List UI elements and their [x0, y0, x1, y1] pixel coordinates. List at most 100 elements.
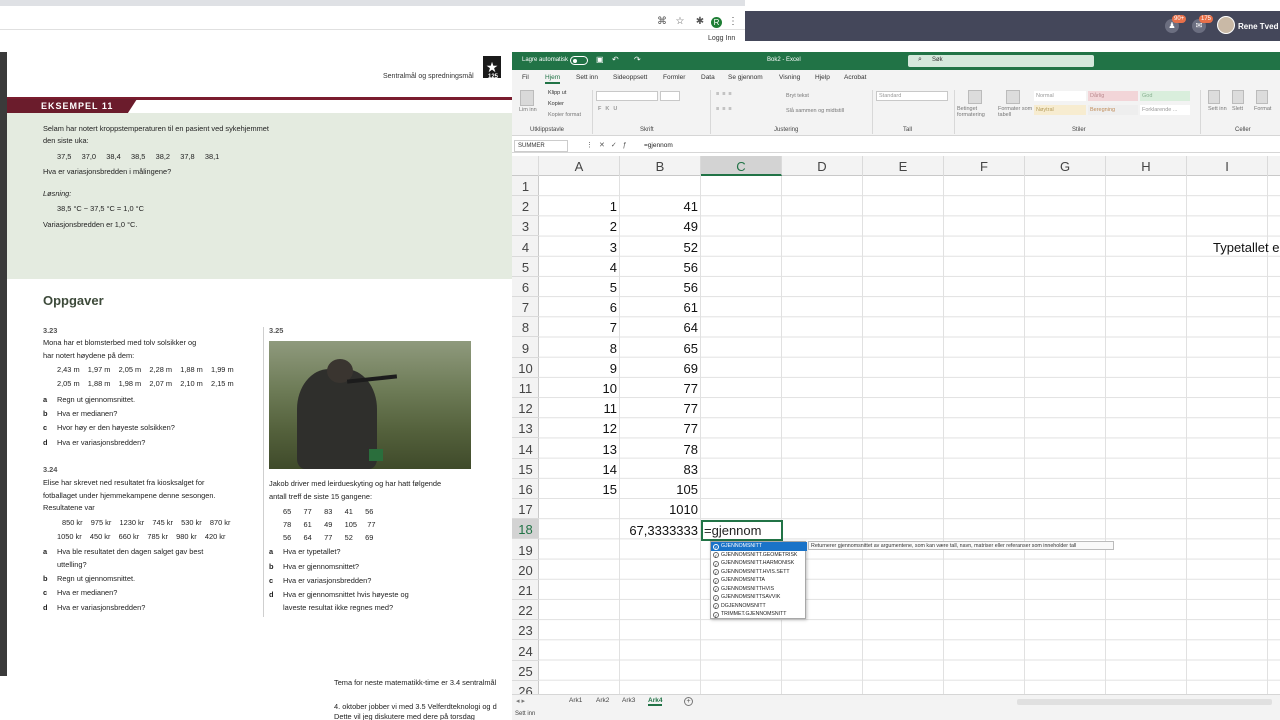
extensions-icon[interactable]: ✱	[694, 16, 706, 28]
style-calculation[interactable]: Beregning	[1088, 105, 1138, 115]
cell-b6[interactable]: 56	[620, 277, 701, 297]
cell-a13[interactable]: 12	[539, 418, 620, 438]
font-size-box[interactable]	[660, 91, 680, 101]
tab-file[interactable]: Fil	[522, 74, 529, 81]
row-header-12[interactable]: 12	[512, 398, 539, 419]
row-header-9[interactable]: 9	[512, 338, 539, 358]
column-header-e[interactable]: E	[863, 156, 944, 176]
row-header-4[interactable]: 4	[512, 237, 539, 257]
delete-cells-button[interactable]: Slett	[1232, 106, 1243, 112]
number-format-select[interactable]: Standard	[876, 91, 948, 101]
insert-cells-button[interactable]: Sett inn	[1208, 106, 1227, 112]
copy-button[interactable]: Kopier	[548, 101, 564, 107]
format-as-table-icon[interactable]	[1006, 90, 1020, 104]
sheet-tab-ark3[interactable]: Ark3	[622, 697, 635, 704]
cell-b7[interactable]: 61	[620, 297, 701, 317]
tab-data[interactable]: Data	[701, 74, 715, 81]
row-header-5[interactable]: 5	[512, 257, 539, 277]
format-cells-button[interactable]: Format	[1254, 106, 1271, 112]
redo-icon[interactable]: ↷	[634, 55, 641, 64]
style-normal[interactable]: Normal	[1034, 91, 1086, 101]
column-header-h[interactable]: H	[1106, 156, 1187, 176]
autocomplete-item[interactable]: ƒ DGJENNOMSNITT	[711, 602, 807, 611]
tab-help[interactable]: Hjelp	[815, 74, 830, 81]
tab-formulas[interactable]: Formler	[663, 74, 685, 81]
row-header-22[interactable]: 22	[512, 600, 539, 621]
row-header-7[interactable]: 7	[512, 297, 539, 318]
autocomplete-item[interactable]: ƒ GJENNOMSNITT.GEOMETRISK	[711, 551, 807, 560]
conditional-format-button[interactable]: Betinget formatering	[957, 106, 997, 118]
row-header-17[interactable]: 17	[512, 499, 539, 520]
translate-icon[interactable]: ⌘	[656, 16, 668, 28]
tab-scroll-icon[interactable]: ◂ ▸	[516, 697, 525, 705]
tab-page-layout[interactable]: Sideoppsett	[613, 74, 647, 81]
format-as-table-button[interactable]: Formater som tabell	[998, 106, 1034, 118]
row-header-13[interactable]: 13	[512, 418, 539, 439]
row-header-20[interactable]: 20	[512, 560, 539, 580]
tab-home[interactable]: Hjem	[545, 74, 561, 84]
row-header-8[interactable]: 8	[512, 317, 539, 338]
autocomplete-item[interactable]: ƒ GJENNOMSNITTHVIS	[711, 585, 807, 594]
cell-b16[interactable]: 105	[620, 479, 701, 499]
row-header-15[interactable]: 15	[512, 459, 539, 479]
column-header-a[interactable]: A	[539, 156, 620, 176]
formula-input[interactable]: =gjennom	[644, 142, 673, 149]
cell-b15[interactable]: 83	[620, 459, 701, 479]
cell-a5[interactable]: 4	[539, 257, 620, 277]
paste-icon[interactable]	[520, 90, 534, 106]
font-style-icons[interactable]: FKU	[598, 106, 621, 112]
cell-b2[interactable]: 41	[620, 196, 701, 216]
cell-a8[interactable]: 7	[539, 317, 620, 337]
align-icons[interactable]: ≡≡≡	[716, 91, 735, 97]
cell-area[interactable]: Typetallet er 77 1010 67,3333333 1234567…	[539, 176, 1280, 694]
browser-profile-avatar[interactable]: R	[711, 17, 722, 28]
active-cell-c18[interactable]: =gjennom	[701, 520, 783, 541]
row-header-11[interactable]: 11	[512, 378, 539, 398]
cell-a4[interactable]: 3	[539, 237, 620, 257]
cell-a10[interactable]: 9	[539, 358, 620, 378]
row-header-14[interactable]: 14	[512, 439, 539, 459]
align-icons[interactable]: ≡≡≡	[716, 106, 735, 112]
cell-b3[interactable]: 49	[620, 216, 701, 236]
cell-a3[interactable]: 2	[539, 216, 620, 236]
row-header-21[interactable]: 21	[512, 580, 539, 600]
merge-center-button[interactable]: Slå sammen og midtstill	[786, 108, 844, 114]
cell-b4[interactable]: 52	[620, 237, 701, 257]
autocomplete-item[interactable]: ƒ GJENNOMSNITT	[711, 542, 807, 551]
style-good[interactable]: God	[1140, 91, 1190, 101]
row-header-19[interactable]: 19	[512, 540, 539, 560]
cell-b11[interactable]: 77	[620, 378, 701, 398]
column-header-b[interactable]: B	[620, 156, 701, 176]
tab-view[interactable]: Visning	[779, 74, 800, 81]
format-cells-icon[interactable]	[1256, 90, 1268, 104]
cell-b17[interactable]: 1010	[620, 499, 701, 519]
conditional-format-icon[interactable]	[968, 90, 982, 104]
autocomplete-item[interactable]: ƒ GJENNOMSNITTSAVVIK	[711, 593, 807, 602]
cell-b18[interactable]: 67,3333333	[620, 520, 701, 540]
row-header-16[interactable]: 16	[512, 479, 539, 499]
autocomplete-item[interactable]: ƒ GJENNOMSNITTA	[711, 576, 807, 585]
cell-a6[interactable]: 5	[539, 277, 620, 297]
autocomplete-item[interactable]: ƒ GJENNOMSNITT.HARMONISK	[711, 559, 807, 568]
autocomplete-item[interactable]: ƒ GJENNOMSNITT.HVIS.SETT	[711, 568, 807, 577]
user-avatar[interactable]	[1217, 16, 1235, 34]
autosave-toggle[interactable]	[570, 56, 588, 65]
cell-b14[interactable]: 78	[620, 439, 701, 459]
format-painter-button[interactable]: Kopier format	[548, 112, 581, 118]
style-neutral[interactable]: Nøytral	[1034, 105, 1086, 115]
cell-a12[interactable]: 11	[539, 398, 620, 418]
row-header-3[interactable]: 3	[512, 216, 539, 237]
save-icon[interactable]: ▣	[596, 55, 604, 64]
row-header-6[interactable]: 6	[512, 277, 539, 297]
tab-review[interactable]: Se gjennom	[728, 74, 763, 81]
wrap-text-button[interactable]: Bryt tekst	[786, 93, 809, 99]
cell-b12[interactable]: 77	[620, 398, 701, 418]
cell-b8[interactable]: 64	[620, 317, 701, 337]
select-all-corner[interactable]	[512, 156, 539, 176]
sheet-tab-ark4[interactable]: Ark4	[648, 697, 663, 706]
cell-a14[interactable]: 13	[539, 439, 620, 459]
insert-cells-icon[interactable]	[1208, 90, 1220, 104]
row-header-1[interactable]: 1	[512, 176, 539, 196]
tab-acrobat[interactable]: Acrobat	[844, 74, 866, 81]
cell-a7[interactable]: 6	[539, 297, 620, 317]
